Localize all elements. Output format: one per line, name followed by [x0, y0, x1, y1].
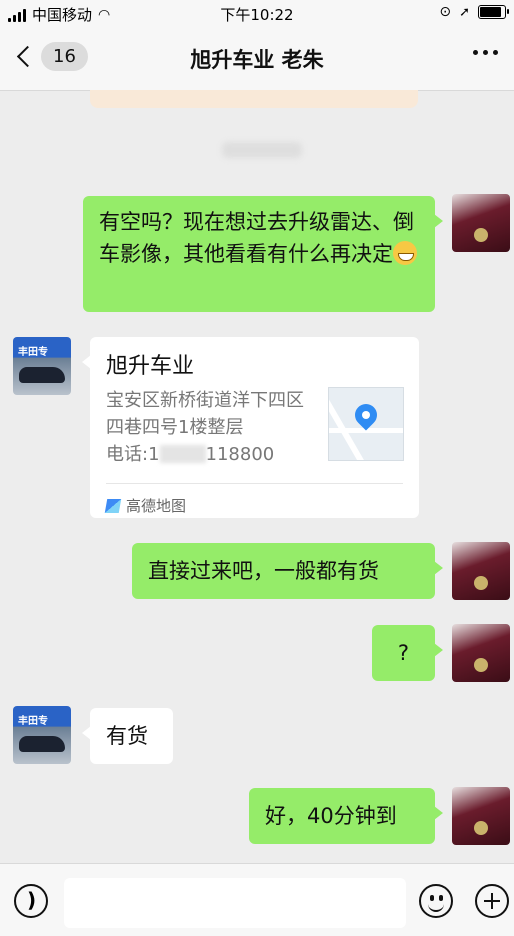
- blurred-timestamp: [222, 142, 302, 158]
- grinning-face-icon: [393, 241, 417, 265]
- battery-icon: [478, 5, 509, 19]
- message-input[interactable]: [64, 878, 406, 928]
- input-bar: [0, 863, 514, 936]
- faded-previous-message: [90, 90, 418, 108]
- message-bubble-outgoing[interactable]: ?: [372, 625, 443, 681]
- status-right: ⊙ ➚: [439, 4, 509, 20]
- amap-logo-icon: [104, 499, 122, 513]
- contact-avatar[interactable]: 丰田专: [13, 337, 71, 395]
- contact-avatar[interactable]: 丰田专: [13, 706, 71, 764]
- message-bubble-outgoing[interactable]: 有空吗？现在想过去升级雷达、倒车影像，其他看看有什么再决定: [83, 196, 443, 312]
- voice-icon[interactable]: [14, 884, 48, 918]
- status-bar: 中国移动 ◠ 下午10:22 ⊙ ➚: [0, 0, 514, 28]
- message-bubble-outgoing[interactable]: 好，40分钟到: [249, 788, 443, 844]
- emoji-icon[interactable]: [419, 884, 453, 918]
- my-avatar[interactable]: [452, 624, 510, 682]
- message-bubble-incoming[interactable]: 有货: [82, 708, 173, 764]
- map-pin-icon: [350, 399, 382, 431]
- my-avatar[interactable]: [452, 542, 510, 600]
- map-provider: 高德地图: [104, 483, 403, 522]
- my-avatar[interactable]: [452, 787, 510, 845]
- location-title: 旭升车业: [106, 354, 195, 379]
- more-dot-icon: [493, 50, 498, 55]
- location-address: 宝安区新桥街道洋下四区四巷四号1楼整层 电话:1 118800: [106, 390, 304, 465]
- location-arrow-icon: ➚: [459, 4, 470, 20]
- status-time: 下午10:22: [220, 6, 294, 24]
- my-avatar[interactable]: [452, 194, 510, 252]
- message-text: ?: [397, 641, 410, 665]
- message-text: 好，40分钟到: [265, 804, 397, 828]
- chat-header: 16 旭升车业 老朱: [0, 28, 514, 91]
- message-bubble-outgoing[interactable]: 直接过来吧，一般都有货: [132, 543, 443, 599]
- message-text: 有空吗？现在想过去升级雷达、倒车影像，其他看看有什么再决定: [99, 210, 414, 266]
- rotation-lock-icon: ⊙: [439, 4, 452, 20]
- more-dot-icon: [473, 50, 478, 55]
- location-card[interactable]: 旭升车业 宝安区新桥街道洋下四区四巷四号1楼整层 电话:1 118800 高德地图: [82, 337, 419, 518]
- more-dot-icon: [483, 50, 488, 55]
- message-text: 有货: [106, 724, 148, 748]
- more-button[interactable]: [473, 50, 498, 55]
- message-text: 直接过来吧，一般都有货: [148, 559, 379, 583]
- map-thumbnail: [328, 387, 404, 461]
- redacted-phone: [159, 445, 206, 463]
- chat-title: 旭升车业 老朱: [190, 48, 324, 72]
- plus-icon[interactable]: [475, 884, 509, 918]
